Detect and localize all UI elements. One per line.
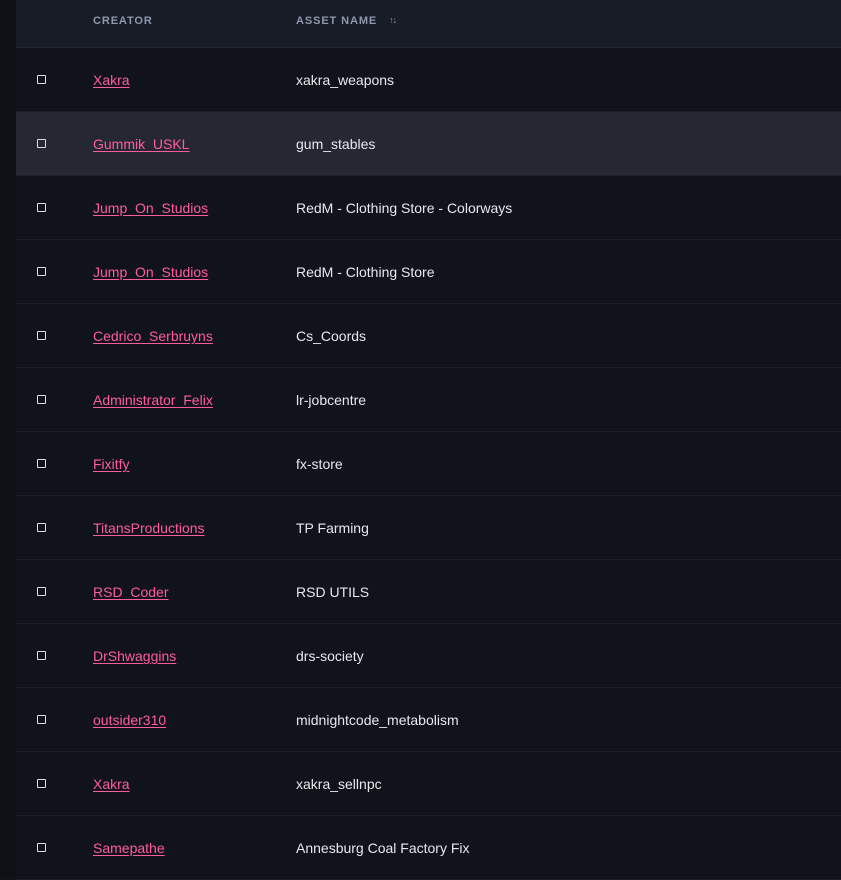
creator-link[interactable]: Gummik_USKL: [93, 136, 189, 152]
asset-name: Annesburg Coal Factory Fix: [296, 840, 470, 856]
table-header: CREATOR ASSET NAME ↑↓: [16, 0, 841, 48]
table-row[interactable]: Xakra xakra_weapons: [16, 48, 841, 112]
column-header-asset-name[interactable]: ASSET NAME ↑↓: [296, 15, 397, 27]
assets-table: CREATOR ASSET NAME ↑↓ Xakra xakra_weapons G…: [16, 0, 841, 880]
row-checkbox[interactable]: [37, 75, 46, 84]
asset-name: RedM - Clothing Store - Colorways: [296, 200, 513, 216]
creator-link[interactable]: Fixitfy: [93, 456, 130, 472]
asset-name: RSD UTILS: [296, 584, 370, 600]
row-checkbox[interactable]: [37, 395, 46, 404]
column-header-asset-name-label: ASSET NAME: [296, 15, 378, 27]
table-row[interactable]: Gummik_USKL gum_stables: [16, 112, 841, 176]
creator-link[interactable]: Jump_On_Studios: [93, 200, 208, 216]
table-body: Xakra xakra_weapons Gummik_USKL gum_stables…: [16, 48, 841, 880]
row-checkbox[interactable]: [37, 779, 46, 788]
creator-link[interactable]: Xakra: [93, 72, 130, 88]
table-row[interactable]: Jump_On_Studios RedM - Clothing Store: [16, 240, 841, 304]
sort-arrows-icon[interactable]: ↑↓: [389, 15, 397, 25]
creator-link[interactable]: outsider310: [93, 712, 166, 728]
creator-link[interactable]: Xakra: [93, 776, 130, 792]
table-row[interactable]: Jump_On_Studios RedM - Clothing Store - C…: [16, 176, 841, 240]
creator-link[interactable]: TitansProductions: [93, 520, 205, 536]
column-header-creator[interactable]: CREATOR: [93, 15, 153, 27]
row-checkbox[interactable]: [37, 715, 46, 724]
creator-link[interactable]: RSD_Coder: [93, 584, 168, 600]
row-checkbox[interactable]: [37, 843, 46, 852]
table-row[interactable]: Fixitfy fx-store: [16, 432, 841, 496]
asset-name: lr-jobcentre: [296, 392, 367, 408]
row-checkbox[interactable]: [37, 523, 46, 532]
row-checkbox[interactable]: [37, 459, 46, 468]
table-row[interactable]: Xakra xakra_sellnpc: [16, 752, 841, 816]
asset-name: TP Farming: [296, 520, 369, 536]
row-checkbox[interactable]: [37, 331, 46, 340]
asset-name: fx-store: [296, 456, 343, 472]
creator-link[interactable]: Administrator_Felix: [93, 392, 213, 408]
asset-name: xakra_sellnpc: [296, 776, 382, 792]
creator-link[interactable]: DrShwaggins: [93, 648, 176, 664]
row-checkbox[interactable]: [37, 651, 46, 660]
table-row[interactable]: Samepathe Annesburg Coal Factory Fix: [16, 816, 841, 880]
asset-name: gum_stables: [296, 136, 376, 152]
row-checkbox[interactable]: [37, 267, 46, 276]
asset-name: midnightcode_metabolism: [296, 712, 459, 728]
creator-link[interactable]: Jump_On_Studios: [93, 264, 208, 280]
creator-link[interactable]: Cedrico_Serbruyns: [93, 328, 213, 344]
table-row[interactable]: TitansProductions TP Farming: [16, 496, 841, 560]
table-row[interactable]: outsider310 midnightcode_metabolism: [16, 688, 841, 752]
left-panel-edge: [0, 0, 16, 878]
table-row[interactable]: RSD_Coder RSD UTILS: [16, 560, 841, 624]
creator-link[interactable]: Samepathe: [93, 840, 165, 856]
row-checkbox[interactable]: [37, 139, 46, 148]
row-checkbox[interactable]: [37, 587, 46, 596]
row-checkbox[interactable]: [37, 203, 46, 212]
table-row[interactable]: Cedrico_Serbruyns Cs_Coords: [16, 304, 841, 368]
asset-name: xakra_weapons: [296, 72, 395, 88]
asset-name: drs-society: [296, 648, 364, 664]
table-row[interactable]: DrShwaggins drs-society: [16, 624, 841, 688]
asset-name: Cs_Coords: [296, 328, 367, 344]
asset-name: RedM - Clothing Store: [296, 264, 435, 280]
table-row[interactable]: Administrator_Felix lr-jobcentre: [16, 368, 841, 432]
